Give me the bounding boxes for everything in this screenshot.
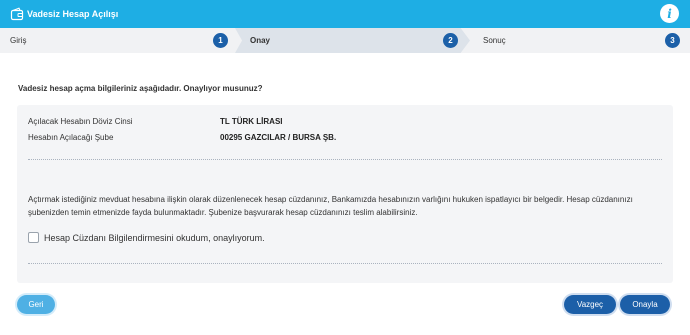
confirmation-question: Vadesiz hesap açma bilgileriniz aşağıdad… (18, 84, 263, 93)
wallet-info-text: Açtırmak istediğiniz mevduat hesabına il… (28, 195, 633, 217)
step-label-1: Giriş (10, 36, 27, 45)
step-label-3: Sonuç (483, 36, 506, 45)
step-label-2: Onay (250, 36, 271, 45)
divider (28, 263, 662, 264)
currency-value: TL TÜRK LİRASI (220, 117, 283, 126)
back-button[interactable]: Geri (17, 295, 55, 314)
confirm-button[interactable]: Onayla (620, 295, 670, 314)
acknowledge-label[interactable]: Hesap Cüzdanı Bilgilendirmesini okudum, … (44, 233, 265, 243)
branch-label: Hesabın Açılacağı Şube (28, 133, 114, 142)
step-indicator: Giriş 1 Onay 2 Sonuç 3 (0, 28, 690, 53)
active-step-highlight (235, 28, 470, 53)
wallet-icon (10, 7, 24, 21)
currency-label: Açılacak Hesabın Döviz Cinsi (28, 117, 133, 126)
divider (28, 159, 662, 160)
title-bar: Vadesiz Hesap Açılışı i (0, 0, 690, 28)
step-number-2: 2 (443, 33, 458, 48)
step-number-3: 3 (665, 33, 680, 48)
branch-value: 00295 GAZCILAR / BURSA ŞB. (220, 133, 337, 142)
acknowledge-checkbox[interactable] (28, 232, 39, 243)
cancel-button[interactable]: Vazgeç (564, 295, 616, 314)
details-panel: Açılacak Hesabın Döviz Cinsi TL TÜRK LİR… (17, 105, 673, 283)
info-icon[interactable]: i (660, 4, 679, 23)
window-title: Vadesiz Hesap Açılışı (27, 9, 119, 19)
step-number-1: 1 (213, 33, 228, 48)
